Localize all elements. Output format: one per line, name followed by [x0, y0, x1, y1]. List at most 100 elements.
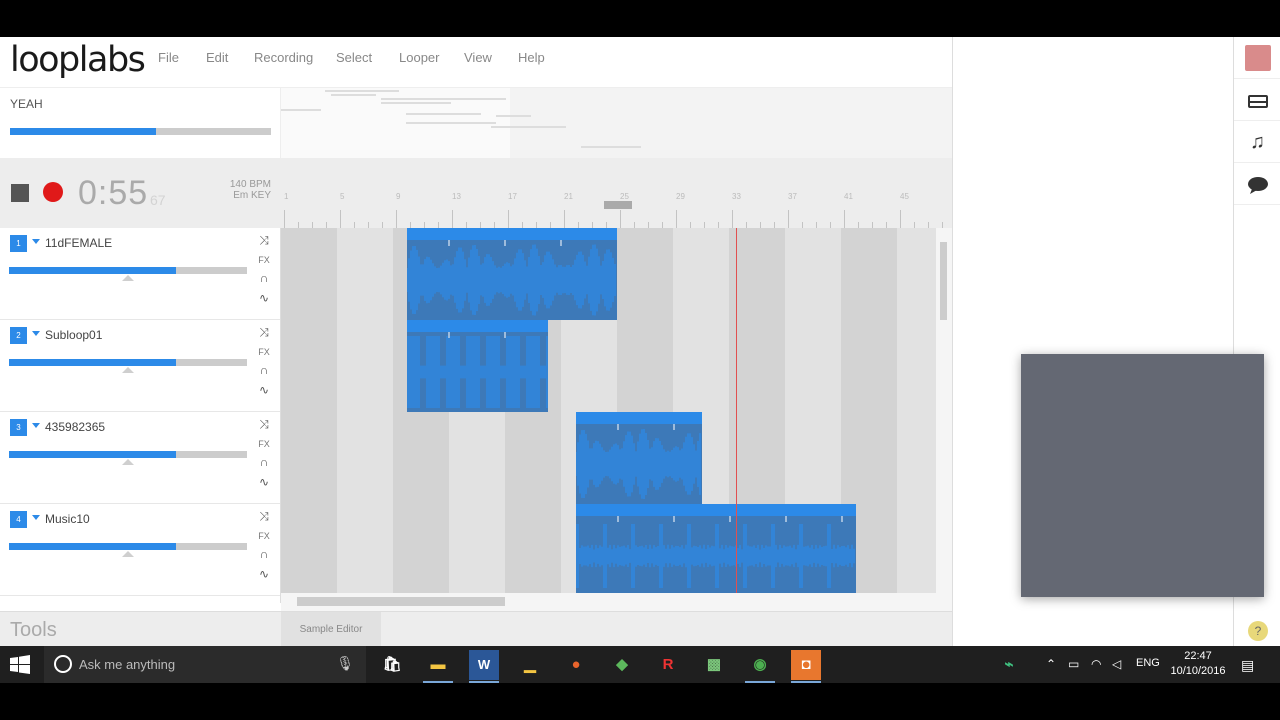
user-avatar[interactable]	[1234, 37, 1280, 79]
playhead[interactable]	[736, 228, 737, 593]
automation-icon[interactable]: ∿	[256, 384, 272, 396]
track-volume-slider[interactable]	[9, 451, 247, 458]
track-volume-slider[interactable]	[9, 267, 247, 274]
menu-file[interactable]: File	[158, 50, 179, 65]
chevron-down-icon[interactable]	[32, 423, 40, 428]
chrome-app-icon[interactable]: ◉	[745, 650, 775, 683]
stop-button[interactable]	[11, 184, 29, 202]
clip-header[interactable]	[407, 320, 548, 332]
cortana-search-box[interactable]: Ask me anything 🎙	[44, 646, 366, 683]
horizontal-scrollbar[interactable]	[281, 593, 952, 611]
clip-header[interactable]	[576, 412, 702, 424]
automation-icon[interactable]: ∿	[256, 476, 272, 488]
chat-button[interactable]	[1234, 163, 1280, 205]
headphones-icon[interactable]: ∩	[256, 548, 272, 560]
green-app-icon[interactable]: ◆	[607, 650, 637, 680]
clip-header[interactable]	[407, 228, 617, 240]
timeline-ruler[interactable]: 1 5 9 13 17 21 25 29 33 37 41 45	[281, 158, 952, 228]
shuffle-icon[interactable]: ⤨	[256, 234, 272, 246]
terminal-app-icon[interactable]: ▁	[515, 650, 545, 680]
shuffle-icon[interactable]: ⤨	[256, 418, 272, 430]
chevron-down-icon[interactable]	[32, 515, 40, 520]
automation-icon[interactable]: ∿	[256, 292, 272, 304]
looplabs-app-icon[interactable]: ◘	[791, 650, 821, 683]
audio-monitor-icon[interactable]: ⌁	[994, 650, 1024, 680]
fx-button[interactable]: FX	[256, 346, 272, 358]
track-header[interactable]: 2 Subloop01 ⤨ FX ∩ ∿	[0, 320, 280, 412]
track-header[interactable]: 5MONSTHUNC01l⤨FX∩∿	[0, 596, 280, 603]
volume-icon[interactable]: ◁	[1112, 657, 1121, 671]
track-number[interactable]: 4	[10, 511, 27, 528]
track-pan-handle[interactable]	[122, 459, 134, 465]
track-pan-handle[interactable]	[122, 275, 134, 281]
track-number[interactable]: 2	[10, 327, 27, 344]
track-name[interactable]: 435982365	[45, 420, 105, 434]
fx-button[interactable]: FX	[256, 438, 272, 450]
arrangement-timeline[interactable]	[281, 228, 936, 593]
track-header[interactable]: 4 Music10 ⤨ FX ∩ ∿	[0, 504, 280, 596]
track-name[interactable]: 11dFEMALE	[45, 236, 112, 250]
song-overview[interactable]	[281, 88, 952, 158]
tools-label[interactable]: Tools	[10, 619, 57, 642]
headphones-icon[interactable]: ∩	[256, 364, 272, 376]
record-button[interactable]	[43, 182, 63, 202]
word-app-icon[interactable]: W	[469, 650, 499, 683]
fx-button[interactable]: FX	[256, 254, 272, 266]
track-name[interactable]: Subloop01	[45, 328, 102, 342]
track-volume-slider[interactable]	[9, 359, 247, 366]
track-name[interactable]: Music10	[45, 512, 90, 526]
project-name[interactable]: YEAH	[10, 97, 43, 111]
track-pan-handle[interactable]	[122, 367, 134, 373]
menu-help[interactable]: Help	[518, 50, 545, 65]
track-volume-slider[interactable]	[9, 543, 247, 550]
chevron-down-icon[interactable]	[32, 331, 40, 336]
show-hidden-icons-icon[interactable]: ⌃	[1046, 657, 1056, 671]
track-header[interactable]: 3 435982365 ⤨ FX ∩ ∿	[0, 412, 280, 504]
file-explorer-icon[interactable]: ▬	[423, 650, 453, 683]
menu-looper[interactable]: Looper	[399, 50, 439, 65]
track-pan-handle[interactable]	[122, 551, 134, 557]
chevron-down-icon[interactable]	[32, 239, 40, 244]
audio-clip[interactable]	[407, 228, 617, 320]
sample-editor-tab[interactable]: Sample Editor	[281, 612, 381, 648]
track-header[interactable]: 1 11dFEMALE ⤨ FX ∩ ∿	[0, 228, 280, 320]
storage-button[interactable]	[1234, 79, 1280, 121]
language-indicator[interactable]: ENG	[1136, 657, 1160, 669]
menu-edit[interactable]: Edit	[206, 50, 228, 65]
shuffle-icon[interactable]: ⤨	[256, 602, 272, 603]
clock[interactable]: 22:47 10/10/2016	[1167, 649, 1229, 679]
shuffle-icon[interactable]: ⤨	[256, 510, 272, 522]
horizontal-scroll-thumb[interactable]	[297, 597, 505, 606]
shuffle-icon[interactable]: ⤨	[256, 326, 272, 338]
vertical-scrollbar[interactable]	[936, 228, 952, 593]
wifi-icon[interactable]: ◠	[1091, 657, 1101, 671]
track-number[interactable]: 1	[10, 235, 27, 252]
game-app-icon[interactable]: ▩	[699, 650, 729, 680]
audio-clip[interactable]	[576, 412, 702, 504]
master-volume-slider[interactable]	[10, 128, 271, 135]
headphones-icon[interactable]: ∩	[256, 456, 272, 468]
help-icon[interactable]: ?	[1248, 621, 1268, 641]
microphone-icon[interactable]: 🎙	[336, 655, 354, 672]
track-number[interactable]: 3	[10, 419, 27, 436]
store-app-icon[interactable]: 🛍	[377, 650, 407, 680]
notifications-icon[interactable]: ▤	[1241, 657, 1254, 674]
menu-view[interactable]: View	[464, 50, 492, 65]
fx-button[interactable]: FX	[256, 530, 272, 542]
vertical-scroll-thumb[interactable]	[940, 242, 947, 320]
menu-recording[interactable]: Recording	[254, 50, 313, 65]
battery-icon[interactable]: ▭	[1068, 657, 1079, 671]
audio-clip[interactable]	[576, 504, 856, 593]
clip-header[interactable]	[576, 504, 856, 516]
audio-clip[interactable]	[407, 320, 548, 412]
looplabs-logo[interactable]: looplabs	[10, 40, 146, 80]
orange-app-icon[interactable]: ●	[561, 650, 591, 680]
tempo-key-display[interactable]: 140 BPM Em KEY	[230, 179, 271, 201]
windows-start-icon[interactable]	[10, 655, 30, 675]
loop-marker[interactable]	[604, 201, 632, 209]
automation-icon[interactable]: ∿	[256, 568, 272, 580]
music-library-button[interactable]: ♫	[1234, 121, 1280, 163]
headphones-icon[interactable]: ∩	[256, 272, 272, 284]
red-r-app-icon[interactable]: R	[653, 650, 683, 680]
menu-select[interactable]: Select	[336, 50, 372, 65]
